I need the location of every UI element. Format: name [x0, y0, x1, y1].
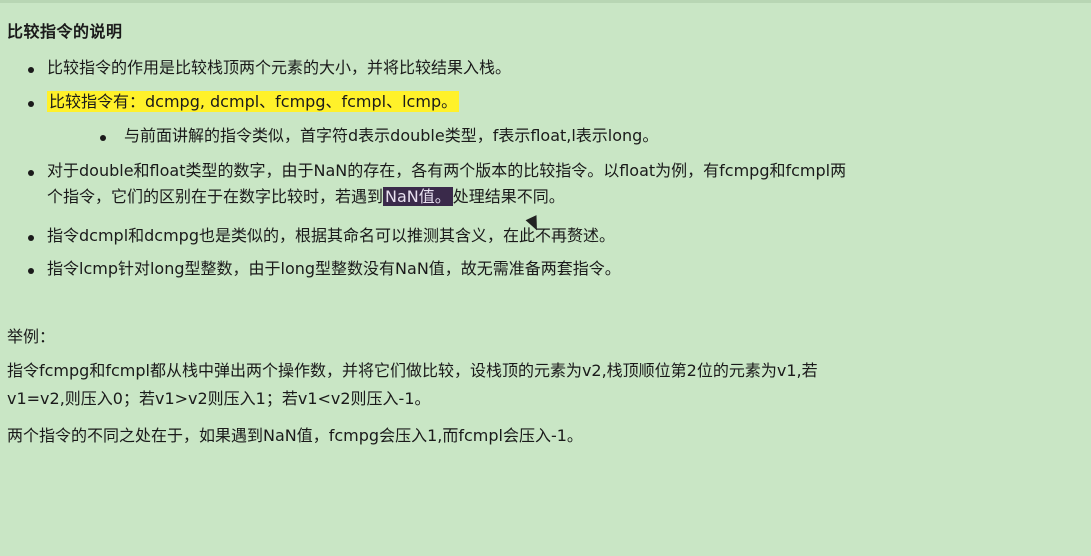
bullet-dot: [28, 101, 34, 107]
bullet-text: 比较指令的作用是比较栈顶两个元素的大小，并将比较结果入栈。: [47, 58, 512, 77]
bullet-text: 与前面讲解的指令类似，首字符d表示double类型，f表示float,l表示lo…: [124, 126, 659, 145]
bullet-dot: [28, 170, 34, 176]
highlighted-text: 比较指令有：dcmpg, dcmpl、fcmpg、fcmpl、lcmp。: [47, 91, 460, 112]
bullet-text: 比较指令有：dcmpg, dcmpl、fcmpg、fcmpl、lcmp。: [47, 89, 460, 115]
example-paragraph-line: v1=v2,则压入0；若v1>v2则压入1；若v1<v2则压入-1。: [7, 389, 431, 408]
bullet-text: 对于double和float类型的数字，由于NaN的存在，各有两个版本的比较指令…: [47, 161, 847, 180]
section-heading: 比较指令的说明: [7, 22, 123, 41]
text-before-selection: 个指令，它们的区别在于在数字比较时，若遇到: [47, 187, 384, 206]
bullet-text-continued: 个指令，它们的区别在于在数字比较时，若遇到 NaN值。 处理结果不同。: [47, 184, 565, 210]
bullet-dot: [28, 67, 34, 73]
selected-text[interactable]: NaN值。: [383, 187, 453, 206]
example-title: 举例：: [7, 327, 56, 346]
text-after-selection: 处理结果不同。: [452, 187, 565, 206]
bullet-dot: [28, 268, 34, 274]
bullet-text: 指令lcmp针对long型整数，由于long型整数没有NaN值，故无需准备两套指…: [47, 259, 621, 278]
example-paragraph-line: 指令fcmpg和fcmpl都从栈中弹出两个操作数，并将它们做比较，设栈顶的元素为…: [7, 361, 818, 380]
bullet-dot: [100, 135, 106, 141]
bullet-dot: [28, 235, 34, 241]
example-paragraph-line: 两个指令的不同之处在于，如果遇到NaN值，fcmpg会压入1,而fcmpl会压入…: [7, 426, 583, 445]
top-border: [0, 0, 1091, 3]
